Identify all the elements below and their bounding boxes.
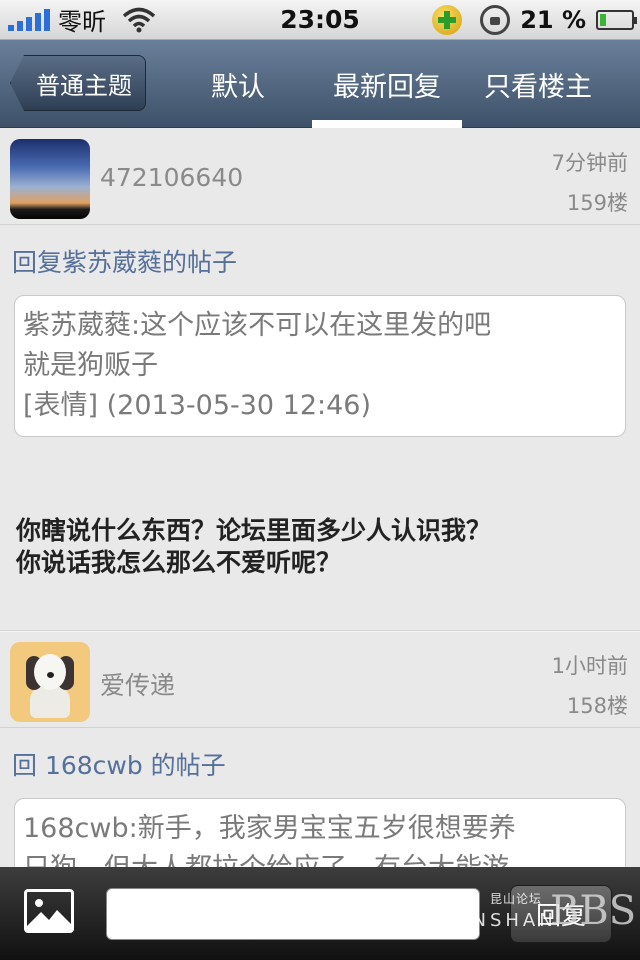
selected-tab-indicator <box>312 120 462 128</box>
post-floor: 158楼 <box>566 694 628 718</box>
quote-line: 紫苏葳蕤:这个应该不可以在这里发的吧 <box>23 310 492 341</box>
username[interactable]: 472106640 <box>100 163 243 192</box>
post-time: 7分钟前 <box>551 151 628 175</box>
post-floor: 159楼 <box>566 191 628 215</box>
quote-line: 168cwb:新手，我家男宝宝五岁很想要养 <box>23 813 516 844</box>
post-time: 1小时前 <box>551 654 628 678</box>
avatar[interactable] <box>10 642 90 722</box>
post-item: 472106640 7分钟前 159楼 回复紫苏葳蕤的帖子 紫苏葳蕤:这个应该不… <box>0 129 640 631</box>
post-header: 爱传递 1小时前 158楼 <box>0 632 640 728</box>
quote-box: 紫苏葳蕤:这个应该不可以在这里发的吧 就是狗贩子 [表情] (2013-05-3… <box>14 295 626 437</box>
battery-percent: 21 % <box>520 6 586 34</box>
post-body-line: 你说话我怎么那么不爱听呢？ <box>16 548 342 577</box>
post-item: 爱传递 1小时前 158楼 回 168cwb 的帖子 168cwb:新手，我家男… <box>0 631 640 867</box>
carrier-name: 零昕 <box>58 8 106 36</box>
360-security-icon <box>432 5 463 35</box>
tab-default[interactable]: 默认 <box>190 40 286 128</box>
tab-latest-reply[interactable]: 最新回复 <box>312 40 462 128</box>
reply-toolbar: 回复 <box>0 867 640 960</box>
battery-icon <box>596 10 637 30</box>
quote-line: 只狗，但大人都拉个给应了，有台大能游 <box>23 849 617 867</box>
back-button[interactable]: 普通主题 <box>10 55 146 111</box>
reply-input[interactable] <box>106 888 480 940</box>
quote-line: [表情] (2013-05-30 12:46) <box>23 390 372 421</box>
post-list[interactable]: 472106640 7分钟前 159楼 回复紫苏葳蕤的帖子 紫苏葳蕤:这个应该不… <box>0 129 640 867</box>
post-body: 你瞎说什么东西？论坛里面多少人认识我？ 你说话我怎么那么不爱听呢？ <box>0 437 640 631</box>
insert-image-button[interactable] <box>24 889 74 933</box>
wifi-icon <box>122 7 156 32</box>
post-header: 472106640 7分钟前 159楼 <box>0 129 640 225</box>
reply-button[interactable]: 回复 <box>510 885 612 943</box>
status-bar: 零昕 23:05 21 % <box>0 0 640 40</box>
tab-author-only[interactable]: 只看楼主 <box>472 40 604 128</box>
avatar[interactable] <box>10 139 90 219</box>
reply-title[interactable]: 回 168cwb 的帖子 <box>0 728 640 798</box>
nav-bar: 普通主题 默认 最新回复 只看楼主 <box>0 40 640 128</box>
quote-box: 168cwb:新手，我家男宝宝五岁很想要养 只狗，但大人都拉个给应了，有台大能游 <box>14 798 626 867</box>
post-body-line: 你瞎说什么东西？论坛里面多少人认识我？ <box>16 516 492 545</box>
image-icon <box>27 899 71 930</box>
quote-line: 就是狗贩子 <box>23 350 158 381</box>
reply-title[interactable]: 回复紫苏葳蕤的帖子 <box>0 225 640 295</box>
signal-icon <box>8 8 50 31</box>
username[interactable]: 爱传递 <box>100 666 175 702</box>
rotation-lock-icon <box>480 5 511 35</box>
